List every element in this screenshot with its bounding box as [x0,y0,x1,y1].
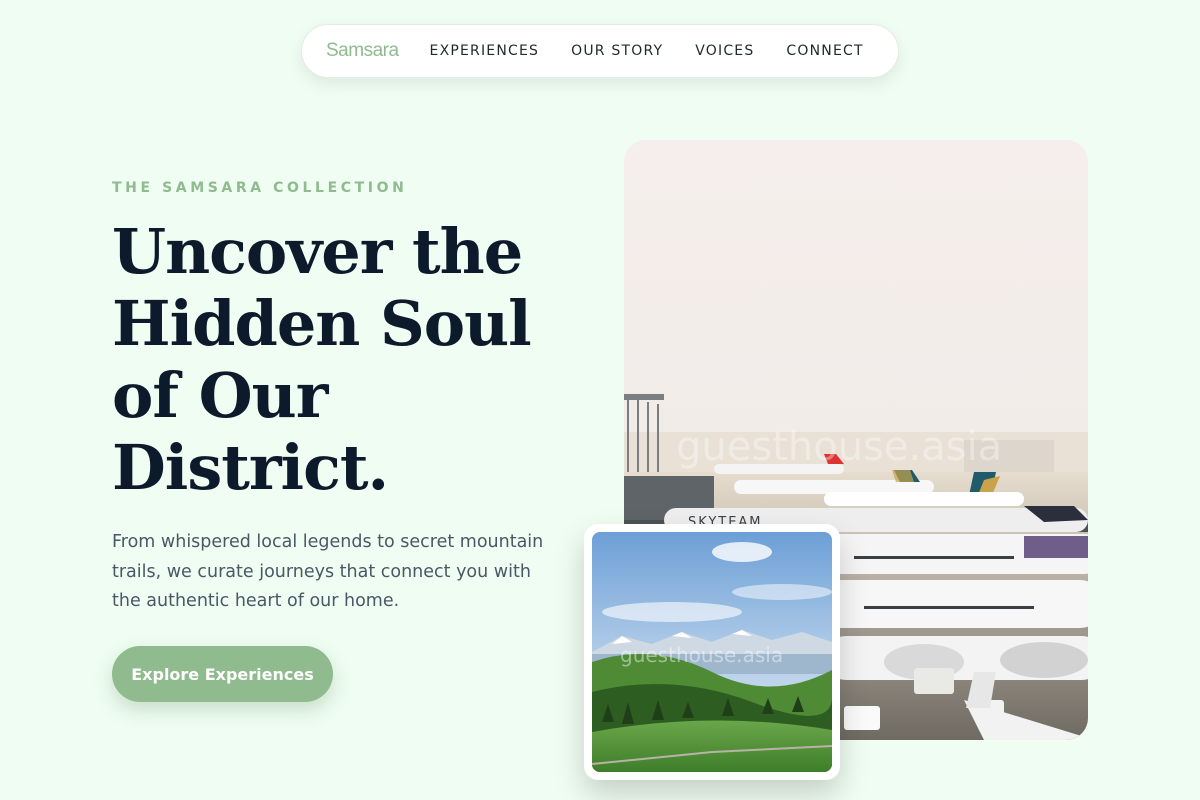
headline-line-1: Uncover the [112,215,523,288]
nav-link-experiences[interactable]: EXPERIENCES [430,43,540,59]
hero-eyebrow: THE SAMSARA COLLECTION [112,180,408,196]
nav-link-connect[interactable]: CONNECT [786,43,863,59]
mountain-landscape-illustration: guesthouse.asia [592,532,832,772]
nav-link-voices[interactable]: VOICES [695,43,754,59]
inset-image-watermark: guesthouse.asia [620,643,783,667]
explore-experiences-button[interactable]: Explore Experiences [112,646,333,702]
hero-headline: Uncover the Hidden Soul of Our District. [112,216,582,504]
headline-line-2: Hidden Soul [112,287,532,360]
headline-line-3: of Our [112,359,328,432]
top-nav: Samsara EXPERIENCES OUR STORY VOICES CON… [301,24,899,78]
nav-link-our-story[interactable]: OUR STORY [571,43,663,59]
main-image-watermark: guesthouse.asia [676,424,1002,470]
headline-line-4: District. [112,431,389,504]
hero-lead-paragraph: From whispered local legends to secret m… [112,532,544,611]
hero-inset-card: guesthouse.asia [584,524,840,780]
brand-logo[interactable]: Samsara [326,40,399,62]
hero-inset-image: guesthouse.asia [592,532,832,772]
